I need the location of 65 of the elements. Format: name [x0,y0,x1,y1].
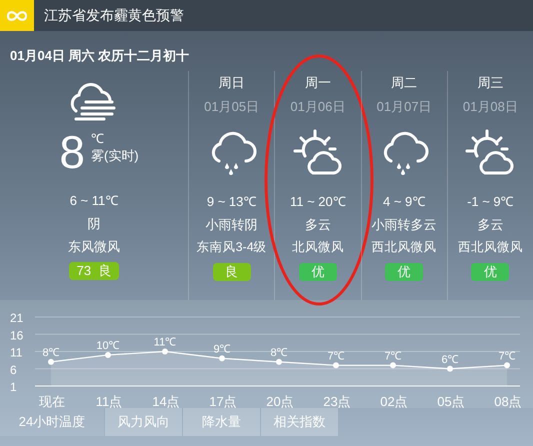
y-tick-label: 16 [10,328,24,342]
point [48,358,54,365]
point [105,352,111,358]
y-tick-label: 11 [10,346,23,360]
wind-text: 东南风3-4级 [196,240,267,255]
point [219,355,225,362]
sun-cloud-icon [465,129,516,177]
weather-text: 小雨转阴 [206,217,258,232]
weather-text: 多云 [304,217,331,232]
x-tick-label: 现在 [39,394,65,409]
alert-bar[interactable]: 江苏省发布霾黄色预警 [0,0,533,31]
point [504,362,510,368]
weather-text: 阴 [88,216,100,231]
x-tick-label: 05点 [437,394,465,409]
temperature-range: 4 ~ 9℃ [382,194,426,209]
air-quality-badge: 优 [471,263,510,281]
x-tick-label: 02点 [380,394,408,409]
air-quality-badge: 73 良 [68,262,120,280]
temperature-range: 9 ~ 13℃ [206,194,256,209]
infinity-icon [5,10,29,22]
temperature-range: 11 ~ 20℃ [290,194,346,209]
x-tick-label: 23点 [323,394,351,409]
alert-title: 江苏省发布霾黄色预警 [44,6,184,25]
y-tick-label: 1 [10,380,17,394]
date-line: 01月04日 周六 农历十二月初十 [10,48,190,63]
wind-text: 东风微风 [68,239,120,254]
point [447,366,453,372]
weekday-label: 周一 [304,74,331,92]
weekday-label: 周三 [477,74,504,92]
date-label: 01月07日 [376,98,432,116]
date-label: 01月08日 [462,98,518,116]
sun-cloud-icon [292,129,343,177]
chart-tab[interactable]: 降水量 [183,408,260,436]
temperature-range: -1 ~ 9℃ [467,194,514,209]
x-tick-label: 08点 [494,394,522,409]
temperature-range: 6 ~ 11℃ [70,193,118,208]
x-tick-label: 14点 [152,394,180,409]
chart-tab[interactable]: 24小时温度 [0,408,104,436]
weather-text: 多云 [477,217,504,232]
point [162,348,168,354]
chart-tab[interactable]: 风力风向 [105,408,182,436]
current-temperature: 8 [59,129,85,175]
weekday-label: 周二 [391,74,418,92]
wind-text: 西北风微风 [372,240,437,255]
date-label: 01月06日 [290,98,346,116]
x-tick-label: 17点 [209,394,237,409]
weather-text: 小雨转多云 [372,217,437,232]
temperature-unit: ℃ [90,131,105,147]
current-condition: 雾(实时) [90,147,139,165]
point [333,362,339,368]
date-label: 01月05日 [204,98,260,116]
air-quality-badge: 优 [385,263,424,281]
x-tick-label: 20点 [266,394,294,409]
y-tick-label: 6 [10,362,17,377]
weekday-label: 周日 [218,74,245,92]
wind-text: 北风微风 [292,240,344,255]
temperature-chart: 1 6 11 16 21 8℃ 现在 10℃ 11点 11℃ 14点 9℃ 17点 8℃ 20点 7℃ 23点 7℃ 02点 6℃ 05点 7℃ 08点 [0,300,533,408]
air-quality-badge: 良 [212,263,251,281]
y-tick-label: 21 [10,311,24,325]
wind-text: 西北风微风 [458,240,523,255]
x-tick-label: 11点 [96,394,122,409]
point [390,362,396,368]
point [276,358,282,365]
air-quality-badge: 优 [298,263,337,281]
chart-tab[interactable]: 相关指数 [261,408,338,436]
